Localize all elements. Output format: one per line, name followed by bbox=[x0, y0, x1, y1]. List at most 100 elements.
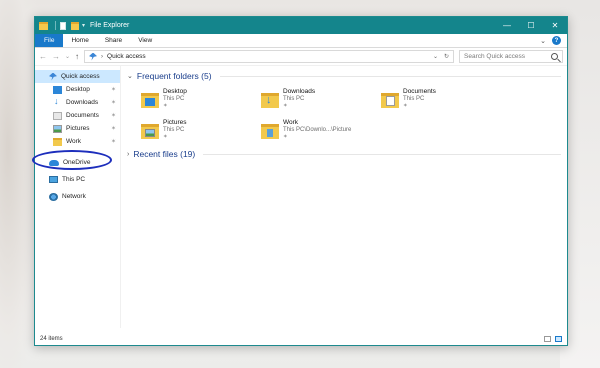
sidebar-item-label: Downloads bbox=[66, 99, 99, 106]
chevron-right-icon[interactable]: › bbox=[127, 151, 129, 158]
tab-home[interactable]: Home bbox=[63, 34, 96, 47]
folder-icon bbox=[53, 137, 62, 146]
status-bar: 24 items bbox=[35, 333, 567, 345]
group-title: Frequent folders (5) bbox=[136, 71, 212, 81]
help-icon[interactable]: ? bbox=[552, 36, 561, 45]
pin-icon: ✶ bbox=[403, 103, 408, 109]
ribbon-right: ⌄ ? bbox=[540, 34, 567, 47]
search-icon[interactable] bbox=[551, 53, 558, 60]
expand-ribbon-icon[interactable]: ⌄ bbox=[540, 37, 546, 45]
search-placeholder: Search Quick access bbox=[464, 53, 526, 60]
properties-icon[interactable] bbox=[60, 21, 66, 30]
folder-name: Desktop bbox=[163, 88, 187, 95]
sidebar-item-label: Pictures bbox=[66, 125, 90, 132]
back-arrow-icon[interactable]: ← bbox=[39, 52, 47, 61]
folder-tile-work[interactable]: Work This PC\Downlo...\Picture ✶ bbox=[261, 119, 381, 140]
divider bbox=[203, 153, 561, 155]
navigation-pane: Quick access Desktop ✶ Downloads ✶ Docum… bbox=[35, 66, 121, 328]
tab-share[interactable]: Share bbox=[97, 34, 130, 47]
quick-access-pin-icon bbox=[89, 52, 98, 61]
documents-icon bbox=[53, 111, 62, 120]
tab-file[interactable]: File bbox=[35, 34, 64, 47]
folder-location: This PC bbox=[283, 96, 305, 102]
search-input[interactable]: Search Quick access bbox=[459, 50, 563, 63]
tab-view[interactable]: View bbox=[130, 34, 160, 47]
pin-icon: ✶ bbox=[163, 134, 168, 140]
ribbon-tabs: File Home Share View ⌄ ? bbox=[35, 34, 567, 48]
folder-tile-pictures[interactable]: Pictures This PC ✶ bbox=[141, 119, 261, 140]
pin-icon: ✶ bbox=[110, 139, 116, 145]
group-title: Recent files (19) bbox=[133, 149, 196, 159]
up-arrow-icon[interactable]: ↑ bbox=[75, 52, 79, 61]
network-icon bbox=[49, 192, 58, 201]
recent-locations-icon[interactable]: ⌄ bbox=[65, 53, 70, 60]
frequent-folders-header[interactable]: ⌄ Frequent folders (5) bbox=[127, 70, 561, 82]
navigation-bar: ← → ⌄ ↑ › Quick access ⌄ ↻ Search Quick … bbox=[35, 48, 567, 66]
sidebar-item-label: Desktop bbox=[66, 86, 90, 93]
sidebar-item-pictures[interactable]: Pictures ✶ bbox=[35, 122, 120, 135]
sidebar-item-downloads[interactable]: Downloads ✶ bbox=[35, 96, 120, 109]
pictures-folder-icon bbox=[141, 121, 159, 139]
folder-name: Work bbox=[283, 119, 299, 126]
downloads-folder-icon: ↓ bbox=[261, 90, 279, 108]
desktop-folder-icon bbox=[141, 90, 159, 108]
window-title: File Explorer bbox=[90, 22, 130, 29]
folder-location: This PC bbox=[163, 96, 185, 102]
folder-icon bbox=[39, 21, 48, 30]
folder-name: Pictures bbox=[163, 119, 187, 126]
sidebar-item-documents[interactable]: Documents ✶ bbox=[35, 109, 120, 122]
breadcrumb-quick-access[interactable]: Quick access bbox=[107, 53, 146, 60]
address-dropdown-icon[interactable]: ⌄ bbox=[433, 53, 438, 60]
address-bar-actions: ⌄ ↻ bbox=[433, 53, 449, 60]
folder-view: ⌄ Frequent folders (5) Desktop This PC ✶… bbox=[121, 66, 567, 328]
pin-icon: ✶ bbox=[110, 100, 116, 106]
pin-icon: ✶ bbox=[283, 134, 288, 140]
window-controls: — ☐ ✕ bbox=[495, 17, 567, 34]
sidebar-item-network[interactable]: Network bbox=[35, 190, 120, 203]
chevron-down-icon[interactable]: ⌄ bbox=[127, 72, 133, 80]
sidebar-item-label: Quick access bbox=[61, 73, 100, 80]
folder-location: This PC bbox=[163, 127, 185, 133]
work-folder-icon bbox=[261, 121, 279, 139]
forward-arrow-icon[interactable]: → bbox=[52, 52, 60, 61]
recent-files-header[interactable]: › Recent files (19) bbox=[127, 148, 561, 160]
file-explorer-window: ▾ File Explorer — ☐ ✕ File Home Share Vi… bbox=[34, 16, 568, 346]
item-count: 24 items bbox=[40, 336, 63, 342]
sidebar-item-label: This PC bbox=[62, 176, 86, 183]
maximize-button[interactable]: ☐ bbox=[519, 17, 543, 34]
pin-icon: ✶ bbox=[283, 103, 288, 109]
refresh-icon[interactable]: ↻ bbox=[444, 53, 449, 60]
download-icon bbox=[53, 96, 62, 107]
computer-icon bbox=[49, 176, 58, 183]
breadcrumb-chevron-icon[interactable]: › bbox=[101, 54, 103, 60]
title-bar[interactable]: ▾ File Explorer — ☐ ✕ bbox=[35, 17, 567, 34]
pin-icon: ✶ bbox=[110, 87, 116, 93]
divider bbox=[55, 21, 56, 30]
folder-tile-documents[interactable]: Documents This PC ✶ bbox=[381, 88, 501, 109]
documents-folder-icon bbox=[381, 90, 399, 108]
details-view-icon[interactable] bbox=[544, 336, 551, 342]
address-bar[interactable]: › Quick access ⌄ ↻ bbox=[84, 50, 454, 63]
sidebar-item-label: Network bbox=[62, 193, 86, 200]
content-area: Quick access Desktop ✶ Downloads ✶ Docum… bbox=[35, 66, 567, 328]
sidebar-item-label: Work bbox=[66, 138, 82, 145]
folder-tile-downloads[interactable]: ↓ Downloads This PC ✶ bbox=[261, 88, 381, 109]
pictures-icon bbox=[53, 124, 62, 133]
folder-tile-desktop[interactable]: Desktop This PC ✶ bbox=[141, 88, 261, 109]
sidebar-item-work[interactable]: Work ✶ bbox=[35, 135, 120, 148]
sidebar-item-this-pc[interactable]: This PC bbox=[35, 173, 120, 186]
customize-toolbar-icon[interactable]: ▾ bbox=[82, 22, 85, 29]
folder-location: This PC bbox=[403, 96, 425, 102]
sidebar-item-label: Documents bbox=[66, 112, 99, 119]
sidebar-item-desktop[interactable]: Desktop ✶ bbox=[35, 83, 120, 96]
sidebar-item-quick-access[interactable]: Quick access bbox=[35, 70, 120, 83]
quick-access-star-icon bbox=[49, 72, 57, 81]
pin-icon: ✶ bbox=[110, 126, 116, 132]
large-icons-view-icon[interactable] bbox=[555, 336, 562, 342]
folder-name: Documents bbox=[403, 88, 436, 95]
pin-icon: ✶ bbox=[163, 103, 168, 109]
minimize-button[interactable]: — bbox=[495, 17, 519, 34]
close-button[interactable]: ✕ bbox=[543, 17, 567, 34]
new-folder-icon[interactable] bbox=[71, 21, 79, 30]
desktop-icon bbox=[53, 85, 62, 94]
